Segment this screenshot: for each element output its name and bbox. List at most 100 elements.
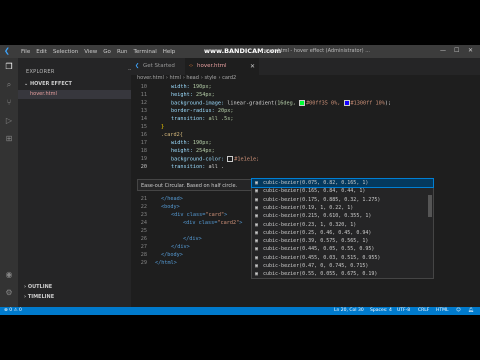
close-tab-icon[interactable]: ✕ — [250, 58, 255, 75]
vscode-window: ❮ File Edit Selection View Go Run Termin… — [0, 45, 480, 315]
menu-help[interactable]: Help — [160, 49, 179, 55]
autocomplete-list[interactable]: ▣ cubic-bezier(0.075, 0.82, 0.165, 1) ▣ cu… — [251, 177, 434, 279]
menu-view[interactable]: View — [81, 49, 100, 55]
code-line: width: 190px; — [171, 140, 212, 146]
color-swatch[interactable] — [343, 100, 350, 106]
code-line: } — [161, 124, 165, 130]
code-line: border-radius: 20px; — [171, 108, 234, 114]
source-control-icon[interactable]: ⑂ — [4, 98, 14, 108]
value-icon: ▣ — [255, 263, 259, 269]
suggestion-item[interactable]: ▣ cubic-bezier(0.23, 1, 0.320, 1) — [252, 221, 433, 229]
status-bar: ⊗ 0 ⚠ 0 Ln 20, Col 30 Spaces: 4 UTF-8 CR… — [0, 307, 480, 315]
color-swatch[interactable] — [299, 100, 306, 106]
suggestion-item[interactable]: ▣ cubic-bezier(0.47, 0, 0.745, 0.715) — [252, 262, 433, 270]
vscode-tab-icon: ❮ — [135, 63, 140, 69]
suggestion-item[interactable]: ▣ cubic-bezier(0.175, 0.885, 0.32, 1.275) — [252, 196, 433, 204]
breadcrumb-file[interactable]: hover.html — [137, 75, 164, 81]
code-line: <div class="card"> — [171, 212, 228, 218]
menu-go[interactable]: Go — [100, 49, 114, 55]
explorer-icon[interactable]: ❐ — [4, 62, 14, 72]
value-icon: ▣ — [255, 213, 259, 220]
bell-icon[interactable]: 🔔︎ — [468, 308, 474, 313]
value-icon: ▣ — [255, 246, 259, 253]
cursor-position[interactable]: Ln 20, Col 30 — [334, 308, 364, 313]
menu-file[interactable]: File — [18, 49, 33, 55]
value-icon: ▣ — [255, 180, 259, 186]
video-letterbox-top — [0, 0, 480, 45]
code-line: <div class="card2"> — [183, 220, 243, 226]
code-line: </html> — [155, 260, 177, 266]
line-number: 10 — [140, 84, 147, 90]
line-number: 18 — [140, 148, 147, 154]
code-line: </div> — [183, 236, 202, 242]
explorer-sidebar: EXPLORER ··· ⌄ HOVER EFFECT hover.html ›… — [18, 58, 134, 307]
end-of-line[interactable]: CRLF — [418, 308, 429, 313]
line-number: 17 — [140, 140, 147, 146]
value-icon: ▣ — [255, 271, 259, 278]
suggestion-item[interactable]: ▣ cubic-bezier(0.39, 0.575, 0.565, 1) — [252, 237, 433, 245]
menu-edit[interactable]: Edit — [33, 49, 50, 55]
line-number: 23 — [140, 212, 147, 218]
suggestion-item[interactable]: ▣ cubic-bezier(0.19, 1, 0.22, 1) — [252, 204, 433, 212]
tab-bar: ❮ Get Started ‹› hover.html ✕ — [131, 58, 480, 75]
code-line: transition: all .5s; — [171, 116, 234, 122]
menu-run[interactable]: Run — [114, 49, 131, 55]
line-number: 27 — [140, 244, 147, 250]
line-number: 24 — [140, 220, 147, 226]
code-line: .card2{ — [161, 132, 183, 138]
suggestion-item[interactable]: ▣ cubic-bezier(0.25, 0.46, 0.45, 0.94) — [252, 229, 433, 237]
suggestion-detail-tooltip: Ease-out Circular. Based on half circle. — [137, 179, 261, 191]
line-number: 28 — [140, 252, 147, 258]
breadcrumb-style[interactable]: style — [205, 75, 217, 81]
color-swatch[interactable] — [227, 156, 234, 162]
explorer-header: EXPLORER — [26, 69, 55, 75]
maximize-icon[interactable]: ☐ — [454, 47, 459, 54]
breadcrumb-card2[interactable]: card2 — [222, 75, 236, 81]
breadcrumb-html[interactable]: html — [169, 75, 180, 81]
file-hover-html[interactable]: hover.html — [18, 90, 131, 99]
indentation[interactable]: Spaces: 4 — [370, 308, 392, 313]
outline-section[interactable]: › OUTLINE — [24, 284, 52, 290]
suggestion-item[interactable]: ▣ cubic-bezier(0.215, 0.610, 0.355, 1) — [252, 212, 433, 220]
menu-selection[interactable]: Selection — [50, 49, 81, 55]
language-mode[interactable]: HTML — [436, 308, 449, 313]
line-number: 29 — [140, 260, 147, 266]
suggestion-item[interactable]: ▣ cubic-bezier(0.445, 0.05, 0.55, 0.95) — [252, 245, 433, 253]
code-line: </body> — [161, 252, 183, 258]
run-debug-icon[interactable]: ▷ — [4, 116, 14, 126]
account-icon[interactable]: ◉ — [4, 270, 14, 280]
folder-hover-effect[interactable]: ⌄ HOVER EFFECT — [24, 81, 72, 87]
code-line: background-color: #1e1e1e; — [171, 156, 260, 163]
video-letterbox-bottom — [0, 315, 480, 360]
suggestion-item[interactable]: ▣ cubic-bezier(0.165, 0.84, 0.44, 1) — [252, 187, 433, 195]
line-number: 19 — [140, 156, 147, 162]
search-icon[interactable]: ⌕ — [4, 80, 14, 90]
breadcrumb-head[interactable]: head — [186, 75, 198, 81]
gear-icon[interactable]: ⚙ — [4, 288, 14, 298]
line-number: 22 — [140, 204, 147, 210]
line-number: 21 — [140, 196, 147, 202]
close-icon[interactable]: ✕ — [468, 47, 473, 54]
suggestion-scrollbar[interactable] — [428, 195, 432, 217]
minimize-icon[interactable]: — — [440, 47, 446, 54]
problems-indicator[interactable]: ⊗ 0 ⚠ 0 — [4, 308, 22, 313]
line-number: 26 — [140, 236, 147, 242]
code-line: height: 254px; — [171, 148, 215, 154]
value-icon: ▣ — [255, 221, 259, 228]
extensions-icon[interactable]: ⊞ — [4, 134, 14, 144]
line-number: 15 — [140, 124, 147, 130]
timeline-section[interactable]: › TIMELINE — [24, 294, 54, 300]
menu-terminal[interactable]: Terminal — [130, 49, 159, 55]
line-number: 12 — [140, 100, 147, 106]
window-title: hover.html - hover effect (Administrator… — [262, 48, 370, 54]
value-icon: ▣ — [255, 229, 259, 236]
suggestion-item[interactable]: ▣ cubic-bezier(0.55, 0.055, 0.675, 0.19) — [252, 270, 433, 278]
suggestion-item[interactable]: ▣ cubic-bezier(0.455, 0.03, 0.515, 0.955) — [252, 254, 433, 262]
value-icon: ▣ — [255, 254, 259, 261]
code-line: </head> — [161, 196, 183, 202]
title-bar: ❮ File Edit Selection View Go Run Termin… — [0, 45, 480, 58]
tab-hover-html[interactable]: ‹› hover.html ✕ — [185, 58, 259, 75]
suggestion-item[interactable]: ▣ cubic-bezier(0.075, 0.82, 0.165, 1) — [251, 177, 434, 189]
feedback-icon[interactable]: ☺ — [456, 308, 461, 313]
encoding[interactable]: UTF-8 — [397, 308, 410, 313]
